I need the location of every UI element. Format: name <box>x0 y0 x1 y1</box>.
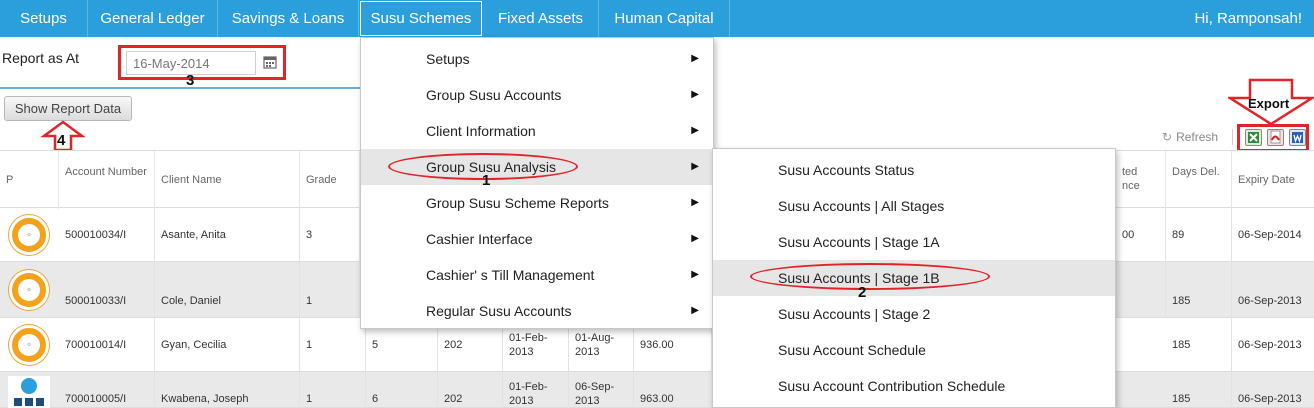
submenu-arrow-icon: ▶ <box>691 125 699 136</box>
refresh-button[interactable]: ↻ Refresh <box>1162 130 1218 144</box>
cell-grade: 1 <box>300 318 366 372</box>
report-as-at-label: Report as At <box>2 50 80 66</box>
cell-amount: 963.00 <box>634 372 712 408</box>
export-annotation-label: Export <box>1248 96 1290 111</box>
submenu-item-all-stages[interactable]: Susu Accounts | All Stages <box>713 188 1115 224</box>
submenu-item-account-schedule[interactable]: Susu Account Schedule <box>713 332 1115 368</box>
col-header-grade[interactable]: Grade <box>300 151 360 209</box>
menu-item-label: Client Information <box>426 123 536 139</box>
cell-balance <box>1116 262 1166 318</box>
export-pdf-icon[interactable] <box>1267 129 1284 146</box>
export-excel-icon[interactable] <box>1245 129 1262 146</box>
menu-item-client-information[interactable]: Client Information ▶ <box>361 113 713 149</box>
menu-item-label: Regular Susu Accounts <box>426 303 572 319</box>
cell-expiry: 06-Sep-2014 <box>1238 229 1302 241</box>
col-header-balance[interactable]: ted nce <box>1116 151 1166 209</box>
submenu-arrow-icon: ▶ <box>691 53 699 64</box>
nav-human-capital[interactable]: Human Capital <box>599 0 730 37</box>
cell-term: 6 <box>366 372 438 408</box>
annotation-ellipse-2 <box>750 263 990 290</box>
annotation-1: 1 <box>482 172 491 189</box>
client-photo-image <box>8 376 50 408</box>
cell-start-date: 01-Feb-2013 <box>503 372 569 408</box>
client-photo-logo: ☼ <box>9 215 49 255</box>
client-photo-logo: ☼ <box>9 270 49 310</box>
menu-item-label: Cashier Interface <box>426 231 533 247</box>
cell-expiry: 06-Sep-2013 <box>1238 393 1302 405</box>
menu-item-label: Setups <box>426 51 470 67</box>
cell-days-del: 185 <box>1166 262 1232 318</box>
submenu-arrow-icon: ▶ <box>691 197 699 208</box>
table-row[interactable]: 700010005/I Kwabena, Joseph 1 6 202 01-F… <box>0 372 1314 408</box>
submenu-arrow-icon: ▶ <box>691 233 699 244</box>
cell-client-name: Kwabena, Joseph <box>155 372 300 408</box>
user-greeting[interactable]: Hi, Ramponsah! <box>1194 0 1302 37</box>
col-header-days-del[interactable]: Days Del. <box>1166 151 1232 209</box>
submenu-arrow-icon: ▶ <box>691 269 699 280</box>
cell-days-del: 185 <box>1166 372 1232 408</box>
cell-client-name: Gyan, Cecilia <box>155 318 300 372</box>
annotation-4: 4 <box>57 132 66 149</box>
menu-item-label: Cashier' s Till Management <box>426 267 595 283</box>
cell-account: 700010014/I <box>59 318 155 372</box>
nav-susu-schemes[interactable]: Susu Schemes <box>360 1 482 36</box>
submenu-item-status[interactable]: Susu Accounts Status <box>713 152 1115 188</box>
cell-days-del: 89 <box>1166 208 1232 262</box>
submenu-item-stage-2[interactable]: Susu Accounts | Stage 2 <box>713 296 1115 332</box>
menu-item-group-susu-accounts[interactable]: Group Susu Accounts ▶ <box>361 77 713 113</box>
col-header-account-number[interactable]: Account Number <box>59 151 155 209</box>
submenu-arrow-icon: ▶ <box>691 161 699 172</box>
annotation-2: 2 <box>858 284 867 301</box>
susu-schemes-menu: Setups ▶ Group Susu Accounts ▶ Client Info… <box>360 37 714 329</box>
cell-days-del: 185 <box>1166 318 1232 372</box>
cell-grade: 3 <box>300 208 360 262</box>
cell-grade: 1 <box>300 372 366 408</box>
submenu-arrow-icon: ▶ <box>691 305 699 316</box>
refresh-label: Refresh <box>1176 130 1219 144</box>
cell-expiry: 06-Sep-2013 <box>1238 339 1302 351</box>
nav-savings-loans[interactable]: Savings & Loans <box>218 0 359 37</box>
menu-item-cashier-interface[interactable]: Cashier Interface ▶ <box>361 221 713 257</box>
cell-account: 700010005/I <box>59 372 155 408</box>
cell-expiry: 06-Sep-2013 <box>1238 295 1302 307</box>
submenu-item-contribution-schedule[interactable]: Susu Account Contribution Schedule <box>713 368 1115 404</box>
menu-item-setups[interactable]: Setups ▶ <box>361 41 713 77</box>
refresh-icon: ↻ <box>1162 130 1173 144</box>
cell-account: 500010034/I <box>59 208 155 262</box>
cell-client-name: Cole, Daniel <box>155 262 300 318</box>
client-photo-logo: ☼ <box>9 325 49 365</box>
nav-general-ledger[interactable]: General Ledger <box>88 0 218 37</box>
submenu-arrow-icon: ▶ <box>691 89 699 100</box>
menu-item-regular-susu-accounts[interactable]: Regular Susu Accounts ▶ <box>361 293 713 329</box>
cell-scheme: 202 <box>438 372 503 408</box>
menu-item-label: Group Susu Scheme Reports <box>426 195 609 211</box>
export-word-icon[interactable] <box>1289 129 1306 146</box>
cell-end-date: 06-Sep-2013 <box>569 372 634 408</box>
cell-balance: 00 <box>1116 208 1166 262</box>
submenu-item-stage-1a[interactable]: Susu Accounts | Stage 1A <box>713 224 1115 260</box>
cell-client-name: Asante, Anita <box>155 208 300 262</box>
col-header-expiry-date[interactable]: Expiry Date <box>1232 151 1314 209</box>
menu-item-label: Group Susu Accounts <box>426 87 562 103</box>
col-header-p[interactable]: P <box>0 151 59 209</box>
nav-setups[interactable]: Setups <box>0 0 88 37</box>
date-annotation-box <box>118 45 286 80</box>
menu-item-cashier-till-management[interactable]: Cashier' s Till Management ▶ <box>361 257 713 293</box>
cell-grade: 1 <box>300 262 360 318</box>
cell-account: 500010033/I <box>59 262 155 318</box>
col-header-client-name[interactable]: Client Name <box>155 151 300 209</box>
show-report-data-button[interactable]: Show Report Data <box>4 96 132 121</box>
toolbar-separator <box>1232 129 1233 145</box>
nav-fixed-assets[interactable]: Fixed Assets <box>483 0 599 37</box>
top-navbar: Setups General Ledger Savings & Loans Su… <box>0 0 1314 37</box>
section-divider <box>0 87 360 89</box>
menu-item-group-susu-scheme-reports[interactable]: Group Susu Scheme Reports ▶ <box>361 185 713 221</box>
